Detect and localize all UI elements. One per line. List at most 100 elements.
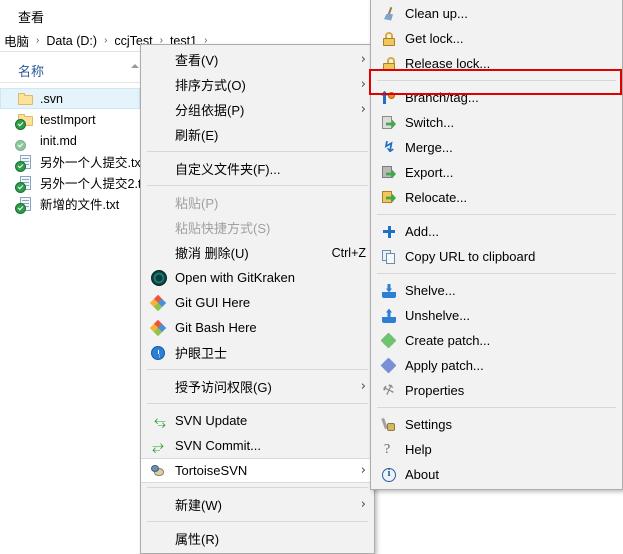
menu-item-label: 护眼卫士 xyxy=(175,343,366,362)
submenu-item-switch[interactable]: Switch... xyxy=(371,110,622,135)
submenu-item-release-lock[interactable]: Release lock... xyxy=(371,51,622,76)
no-icon xyxy=(149,531,169,547)
list-item-label: 新增的文件.txt xyxy=(40,194,119,213)
submenu-item-label: Merge... xyxy=(405,140,614,155)
submenu-item-properties[interactable]: ⚒ Properties xyxy=(371,378,622,403)
menu-item-svn-commit[interactable]: ⥂ SVN Commit... xyxy=(141,433,374,458)
submenu-item-apply-patch[interactable]: Apply patch... xyxy=(371,353,622,378)
menu-item-tortoisesvn[interactable]: TortoiseSVN › xyxy=(141,458,374,483)
submenu-item-help[interactable]: ? Help xyxy=(371,437,622,462)
submenu-item-add[interactable]: Add... xyxy=(371,219,622,244)
submenu-item-create-patch[interactable]: Create patch... xyxy=(371,328,622,353)
copy-icon xyxy=(379,249,399,265)
chevron-right-icon: › xyxy=(345,497,366,512)
chevron-right-icon: › xyxy=(345,102,366,117)
submenu-item-unshelve[interactable]: Unshelve... xyxy=(371,303,622,328)
submenu-item-about[interactable]: About xyxy=(371,462,622,487)
menu-item-label: SVN Commit... xyxy=(175,438,366,453)
column-header-name[interactable]: 名称 xyxy=(18,61,44,80)
branch-tag-icon xyxy=(379,90,399,106)
submenu-item-label: Properties xyxy=(405,383,614,398)
submenu-item-label: Get lock... xyxy=(405,31,614,46)
lock-closed-icon xyxy=(379,31,399,47)
menu-item-label: 撤消 删除(U) xyxy=(175,243,312,262)
gitkraken-icon xyxy=(149,270,169,286)
menu-item-label: 新建(W) xyxy=(175,495,345,514)
menu-item-label: 授予访问权限(G) xyxy=(175,377,345,396)
tortoise-icon xyxy=(149,463,169,479)
menu-item-grant-access[interactable]: 授予访问权限(G) › xyxy=(141,374,374,399)
menu-item-undo-delete[interactable]: 撤消 删除(U) Ctrl+Z xyxy=(141,240,374,265)
menu-item-label: 刷新(E) xyxy=(175,125,366,144)
submenu-item-label: Switch... xyxy=(405,115,614,130)
wrench-icon: ⚒ xyxy=(379,383,399,399)
context-menu[interactable]: 查看(V) › 排序方式(O) › 分组依据(P) › 刷新(E) 自定义文件夹… xyxy=(140,44,375,554)
no-icon xyxy=(149,220,169,236)
menu-item-label: 粘贴快捷方式(S) xyxy=(175,218,366,237)
submenu-item-label: Shelve... xyxy=(405,283,614,298)
sort-ascending-icon xyxy=(131,64,139,68)
menu-item-properties[interactable]: 属性(R) xyxy=(141,526,374,551)
no-icon xyxy=(149,245,169,261)
chevron-right-icon: › xyxy=(99,35,112,46)
menu-item-label: TortoiseSVN xyxy=(175,463,345,478)
menu-item-label: 自定义文件夹(F)... xyxy=(175,159,366,178)
settings-icon xyxy=(379,417,399,433)
submenu-item-export[interactable]: Export... xyxy=(371,160,622,185)
tortoisesvn-submenu[interactable]: Clean up... Get lock... Release lock... … xyxy=(370,0,623,490)
unshelve-icon xyxy=(379,308,399,324)
menu-item-view[interactable]: 查看(V) › xyxy=(141,47,374,72)
submenu-item-merge[interactable]: ↯ Merge... xyxy=(371,135,622,160)
menu-separator xyxy=(147,185,368,186)
svn-normal-overlay-icon xyxy=(15,203,26,214)
about-icon xyxy=(379,467,399,483)
menu-item-open-with-gitkraken[interactable]: Open with GitKraken xyxy=(141,265,374,290)
submenu-item-branch-tag[interactable]: Branch/tag... xyxy=(371,85,622,110)
menu-item-customize-folder[interactable]: 自定义文件夹(F)... xyxy=(141,156,374,181)
submenu-item-copy-url-to-clipboard[interactable]: Copy URL to clipboard xyxy=(371,244,622,269)
switch-icon xyxy=(379,115,399,131)
list-item-label: testImport xyxy=(40,113,96,127)
menu-item-paste-shortcut: 粘贴快捷方式(S) xyxy=(141,215,374,240)
no-icon xyxy=(149,102,169,118)
submenu-item-label: Unshelve... xyxy=(405,308,614,323)
submenu-item-settings[interactable]: Settings xyxy=(371,412,622,437)
breadcrumb-item-data-d[interactable]: Data (D:) xyxy=(44,34,99,48)
clock-icon xyxy=(149,345,169,361)
menu-item-label: 属性(R) xyxy=(175,529,366,548)
menu-item-sort-by[interactable]: 排序方式(O) › xyxy=(141,72,374,97)
breadcrumb-item-computer[interactable]: 电脑 xyxy=(2,31,31,50)
menu-item-paste: 粘贴(P) xyxy=(141,190,374,215)
submenu-item-shelve[interactable]: Shelve... xyxy=(371,278,622,303)
broom-icon xyxy=(379,6,399,22)
submenu-item-clean-up[interactable]: Clean up... xyxy=(371,1,622,26)
menu-item-label: 排序方式(O) xyxy=(175,75,345,94)
submenu-item-relocate[interactable]: Relocate... xyxy=(371,185,622,210)
menu-item-git-bash-here[interactable]: Git Bash Here xyxy=(141,315,374,340)
list-item[interactable]: .svn xyxy=(0,88,140,109)
menu-item-new[interactable]: 新建(W) › xyxy=(141,492,374,517)
menu-item-git-gui-here[interactable]: Git GUI Here xyxy=(141,290,374,315)
plus-icon xyxy=(379,224,399,240)
export-icon xyxy=(379,165,399,181)
chevron-right-icon: › xyxy=(345,77,366,92)
no-icon xyxy=(149,497,169,513)
no-icon xyxy=(149,161,169,177)
submenu-item-label: Create patch... xyxy=(405,333,614,348)
no-icon xyxy=(149,379,169,395)
submenu-item-label: Copy URL to clipboard xyxy=(405,249,614,264)
submenu-item-get-lock[interactable]: Get lock... xyxy=(371,26,622,51)
menu-item-group-by[interactable]: 分组依据(P) › xyxy=(141,97,374,122)
no-icon xyxy=(149,52,169,68)
menu-item-eye-guard[interactable]: 护眼卫士 xyxy=(141,340,374,365)
menu-separator xyxy=(377,80,616,81)
list-item-label: .svn xyxy=(40,92,63,106)
menu-item-svn-update[interactable]: ⥂ SVN Update xyxy=(141,408,374,433)
merge-icon: ↯ xyxy=(379,140,399,156)
menu-item-refresh[interactable]: 刷新(E) xyxy=(141,122,374,147)
submenu-item-label: Release lock... xyxy=(405,56,614,71)
submenu-item-label: Branch/tag... xyxy=(405,90,614,105)
menu-separator xyxy=(377,407,616,408)
list-item-label: 另外一个人提交2.txt xyxy=(40,173,151,192)
tab-view[interactable]: 查看 xyxy=(12,5,50,28)
